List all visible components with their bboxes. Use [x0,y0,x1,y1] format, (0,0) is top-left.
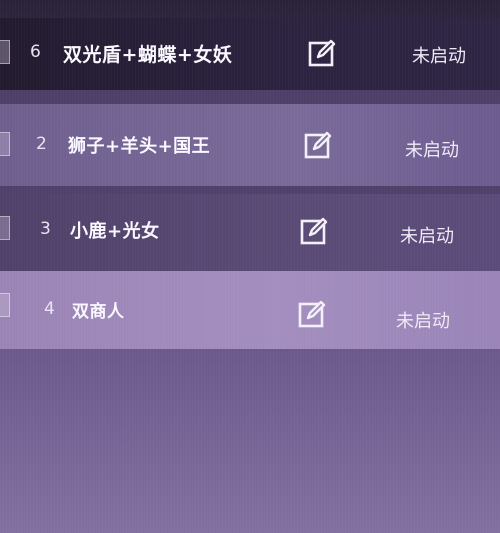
list-item[interactable]: 2 狮子+羊头+国王 未启动 [0,104,500,186]
row-number: 6 [30,42,41,62]
row-name: 小鹿+光女 [70,221,160,242]
edit-icon[interactable] [297,299,327,329]
row-number: 2 [36,134,47,154]
row-number: 3 [40,219,51,239]
row-checkbox[interactable] [0,132,10,156]
screen: 6 双光盾+蝴蝶+女妖 未启动 2 狮子+羊头+国王 未启动 3 小鹿+光女 未… [0,0,500,533]
edit-icon[interactable] [307,38,337,68]
status-label: 未启动 [412,46,466,67]
list-item[interactable]: 6 双光盾+蝴蝶+女妖 未启动 [0,18,500,90]
status-label: 未启动 [400,226,454,247]
row-name: 双商人 [72,302,125,322]
row-name: 双光盾+蝴蝶+女妖 [63,44,233,66]
status-label: 未启动 [405,140,459,161]
list-item[interactable]: 3 小鹿+光女 未启动 [0,194,500,276]
row-separator [0,90,500,104]
list-item[interactable]: 4 双商人 未启动 [0,271,500,349]
status-label: 未启动 [396,311,450,332]
row-checkbox[interactable] [0,40,10,64]
row-name: 狮子+羊头+国王 [68,136,211,157]
edit-icon[interactable] [299,216,329,246]
row-number: 4 [44,299,55,319]
row-checkbox[interactable] [0,216,10,240]
edit-icon[interactable] [303,130,333,160]
row-checkbox[interactable] [0,293,10,317]
